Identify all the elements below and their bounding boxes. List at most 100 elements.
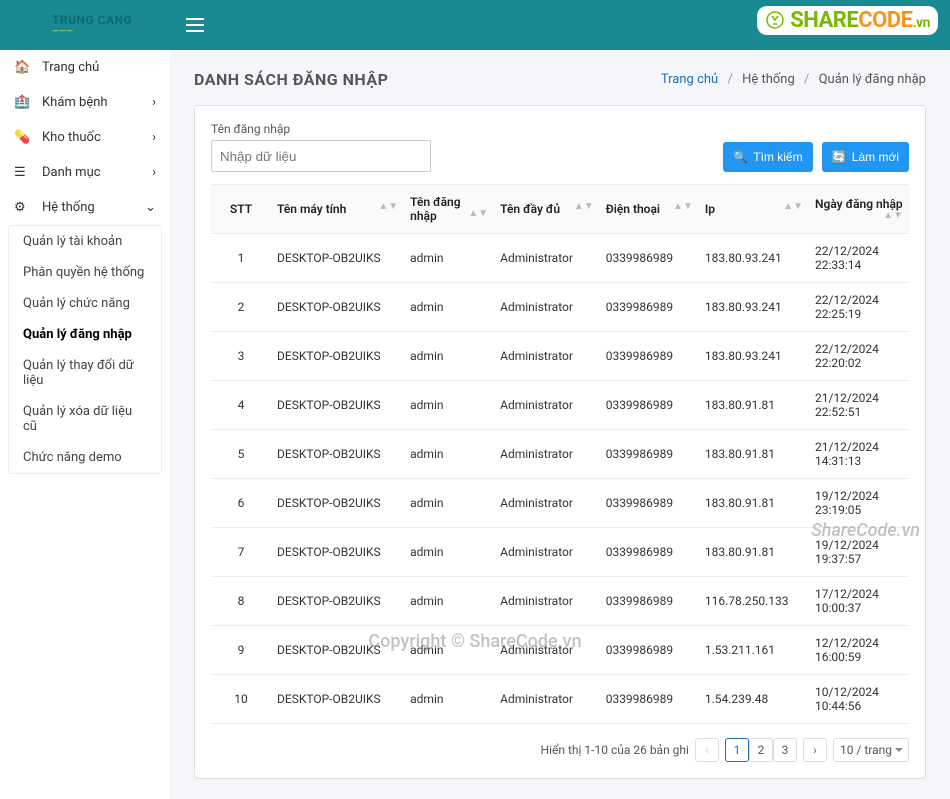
gear-icon: ⚙ [14,200,32,215]
brand-line2: ——— [52,28,132,37]
page-number-button[interactable]: 2 [749,738,773,762]
page-number-button[interactable]: 1 [725,738,749,762]
breadcrumb-page: Quản lý đăng nhập [819,72,926,87]
table-row: 1DESKTOP-OB2UIKSadminAdministrator033998… [211,234,909,283]
cell-ip: 1.54.239.48 [699,675,809,724]
submenu-item[interactable]: Quản lý chức năng [9,288,161,319]
chevron-down-icon: ⌄ [145,200,156,215]
chevron-right-icon: › [152,95,156,110]
cell-stt: 10 [211,675,271,724]
table-row: 9DESKTOP-OB2UIKSadminAdministrator033998… [211,626,909,675]
cell-stt: 3 [211,332,271,381]
username-input[interactable] [211,140,431,172]
pagination: Hiển thị 1-10 của 26 bản ghi ‹ 123 › 10 … [211,738,909,762]
logo: TRUNG CANG ——— [16,12,186,38]
cell-stt: 1 [211,234,271,283]
cell-fullname: Administrator [494,332,600,381]
search-icon: 🔍 [733,150,748,164]
table-row: 2DESKTOP-OB2UIKSadminAdministrator033998… [211,283,909,332]
submenu-item[interactable]: Quản lý đăng nhập [9,319,161,350]
col-date[interactable]: Ngày đăng nhập▲▼ [809,185,909,234]
submenu-item[interactable]: Quản lý tài khoản [9,226,161,257]
cell-computer: DESKTOP-OB2UIKS [271,332,404,381]
cell-username: admin [404,283,494,332]
cell-date: 12/12/2024 16:00:59 [809,626,909,675]
refresh-button[interactable]: 🔄 Làm mới [822,142,909,172]
sidebar-item-exam[interactable]: 🏥 Khám bệnh › [0,85,170,120]
breadcrumb: Trang chủ / Hệ thống / Quản lý đăng nhập [661,72,926,87]
cell-username: admin [404,577,494,626]
sort-icon: ▲▼ [673,202,693,212]
refresh-icon: 🔄 [832,150,847,164]
col-stt[interactable]: STT [211,185,271,234]
breadcrumb-home[interactable]: Trang chủ [661,72,718,87]
submenu-item[interactable]: Quản lý xóa dữ liệu cũ [9,396,161,442]
cell-ip: 183.80.93.241 [699,234,809,283]
col-computer[interactable]: Tên máy tính▲▼ [271,185,404,234]
cell-date: 19/12/2024 23:19:05 [809,479,909,528]
submenu-item[interactable]: Phân quyền hệ thống [9,257,161,288]
sidebar-item-home[interactable]: 🏠 Trang chủ [0,50,170,85]
cell-fullname: Administrator [494,479,600,528]
pagination-summary: Hiển thị 1-10 của 26 bản ghi [541,743,689,757]
cell-ip: 183.80.93.241 [699,283,809,332]
cell-username: admin [404,332,494,381]
submenu-item[interactable]: Quản lý thay đổi dữ liệu [9,350,161,396]
cell-stt: 4 [211,381,271,430]
page-size-select[interactable]: 10 / trang [833,738,909,762]
sidebar-item-pharmacy[interactable]: 💊 Kho thuốc › [0,120,170,155]
page-number-button[interactable]: 3 [773,738,797,762]
cell-stt: 6 [211,479,271,528]
sidebar-item-catalog[interactable]: ☰ Danh mục › [0,155,170,190]
cell-ip: 183.80.91.81 [699,528,809,577]
sort-icon: ▲▼ [468,209,488,219]
search-button[interactable]: 🔍 Tìm kiếm [723,142,812,172]
cell-computer: DESKTOP-OB2UIKS [271,234,404,283]
cell-date: 21/12/2024 14:31:13 [809,430,909,479]
cell-ip: 183.80.93.241 [699,332,809,381]
col-phone[interactable]: Điện thoại▲▼ [600,185,699,234]
search-button-label: Tìm kiếm [753,150,802,164]
sidebar-item-system[interactable]: ⚙ Hệ thống ⌄ [0,190,170,225]
sort-icon: ▲▼ [783,202,803,212]
sidebar-item-label: Hệ thống [42,200,145,215]
col-username[interactable]: Tên đăng nhập▲▼ [404,185,494,234]
sidebar-item-label: Kho thuốc [42,130,152,145]
cell-date: 21/12/2024 22:52:51 [809,381,909,430]
main-content: DANH SÁCH ĐĂNG NHẬP Trang chủ / Hệ thống… [170,50,950,799]
breadcrumb-section: Hệ thống [742,72,795,87]
sort-icon: ▲▼ [378,202,398,212]
data-table: STT Tên máy tính▲▼ Tên đăng nhập▲▼ Tên đ… [211,184,909,724]
cell-username: admin [404,675,494,724]
watermark-top: SHARECODE.vn [757,6,938,35]
cell-computer: DESKTOP-OB2UIKS [271,626,404,675]
cell-fullname: Administrator [494,577,600,626]
table-row: 7DESKTOP-OB2UIKSadminAdministrator033998… [211,528,909,577]
col-ip[interactable]: Ip▲▼ [699,185,809,234]
cell-date: 22/12/2024 22:33:14 [809,234,909,283]
cell-computer: DESKTOP-OB2UIKS [271,675,404,724]
sidebar-item-label: Danh mục [42,165,152,180]
cell-phone: 0339986989 [600,381,699,430]
cell-phone: 0339986989 [600,577,699,626]
cell-computer: DESKTOP-OB2UIKS [271,479,404,528]
cell-phone: 0339986989 [600,283,699,332]
list-icon: ☰ [14,165,32,180]
content-panel: Tên đăng nhập 🔍 Tìm kiếm 🔄 Làm mới [194,105,926,779]
page-next-button[interactable]: › [803,738,827,762]
cell-phone: 0339986989 [600,234,699,283]
cell-phone: 0339986989 [600,528,699,577]
cell-ip: 183.80.91.81 [699,479,809,528]
cell-date: 17/12/2024 10:00:37 [809,577,909,626]
hamburger-icon[interactable] [186,18,204,32]
col-fullname[interactable]: Tên đầy đủ▲▼ [494,185,600,234]
cell-username: admin [404,479,494,528]
submenu-item[interactable]: Chức năng demo [9,442,161,473]
cell-phone: 0339986989 [600,626,699,675]
logo-icon [16,12,46,38]
sidebar-submenu-system: Quản lý tài khoảnPhân quyền hệ thốngQuản… [8,225,162,474]
chevron-right-icon: › [152,165,156,180]
cell-stt: 8 [211,577,271,626]
page-prev-button[interactable]: ‹ [695,738,719,762]
page-title: DANH SÁCH ĐĂNG NHẬP [194,70,388,89]
